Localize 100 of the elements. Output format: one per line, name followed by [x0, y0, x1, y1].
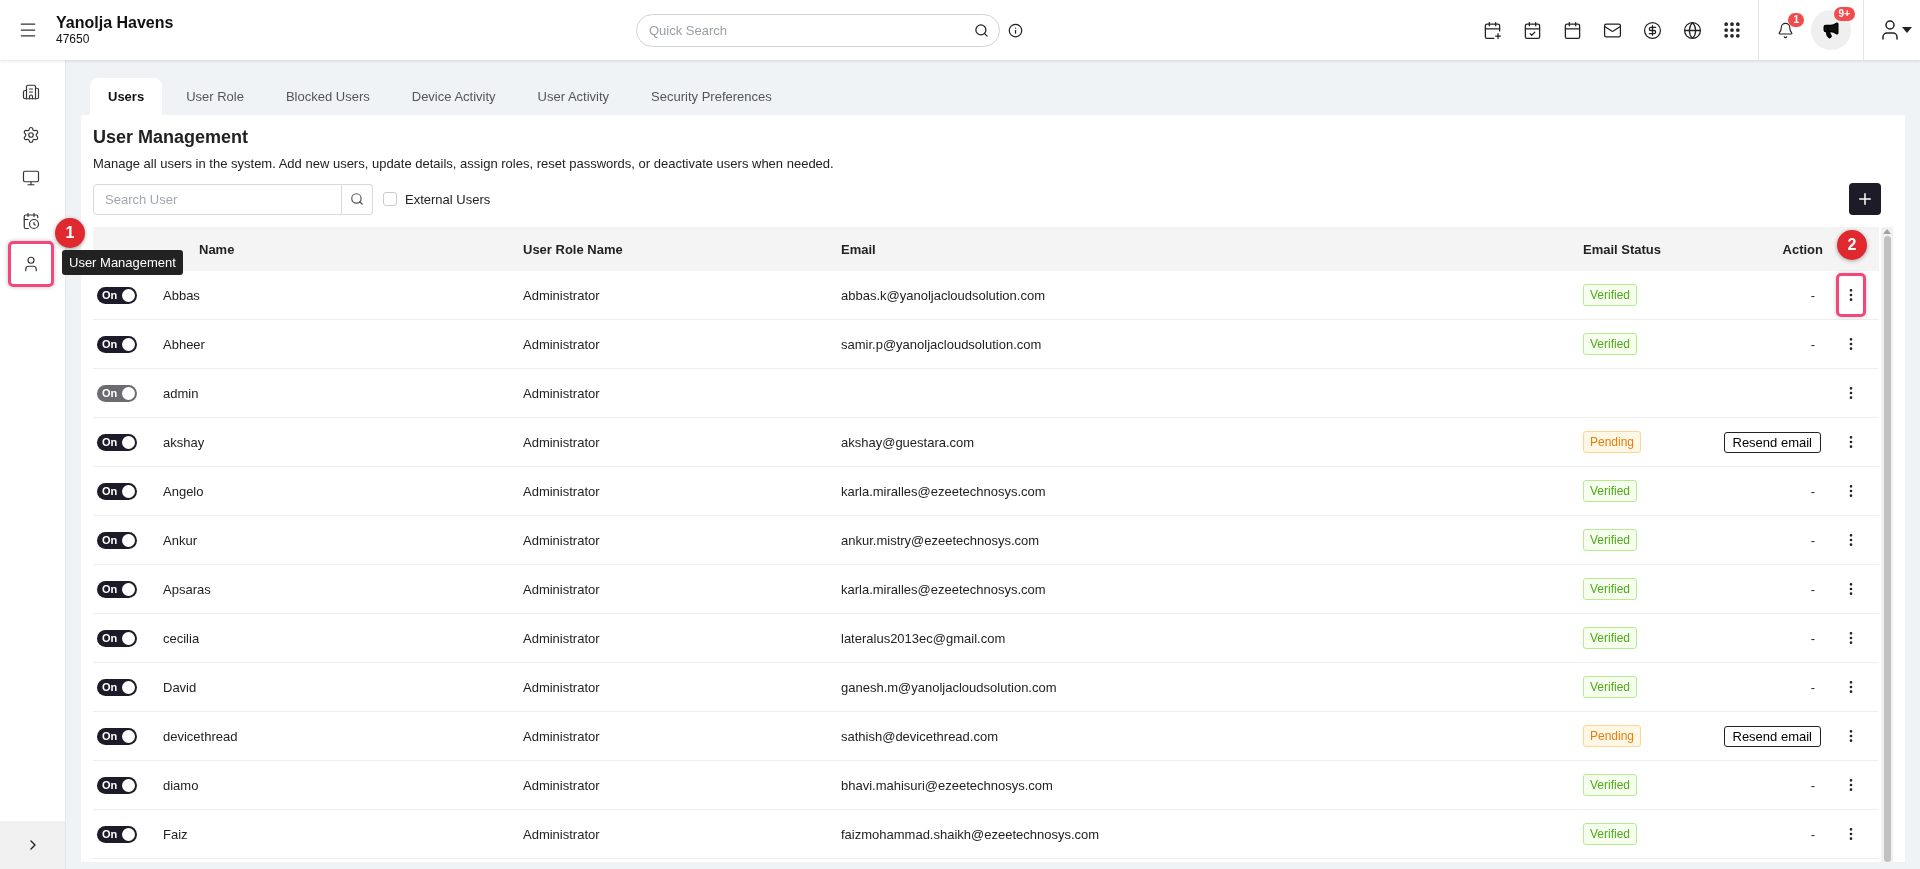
status-toggle[interactable]: On — [97, 580, 137, 598]
property-name: Yanolja Havens — [56, 14, 175, 32]
table-cell-text: Administrator — [523, 581, 601, 597]
search-icon — [974, 22, 989, 38]
table-cell-text: Ankur — [163, 532, 198, 548]
column-header: Email — [841, 241, 877, 257]
table-cell-text: Administrator — [523, 483, 601, 499]
announcement-count: 9+ — [1833, 7, 1855, 21]
email-status-tag: Verified — [1583, 333, 1638, 355]
tab[interactable]: User Role — [168, 78, 262, 115]
table-cell-text: abbas.k@yanoljacloudsolution.com — [841, 287, 1046, 303]
status-toggle[interactable]: On — [97, 678, 137, 696]
globe-icon — [1682, 20, 1702, 40]
email-status-tag: Verified — [1583, 480, 1638, 502]
table-cell-text: akshay@guestara.com — [841, 434, 976, 450]
table-cell: - — [1810, 679, 1815, 695]
settings-icon — [22, 125, 40, 144]
table-cell-text: diamo — [163, 777, 200, 793]
table-cell-text: Angelo — [163, 483, 205, 499]
status-toggle[interactable]: On — [97, 727, 137, 745]
info-icon — [1007, 22, 1023, 38]
table-cell-text: Administrator — [523, 679, 601, 695]
user-icon — [22, 254, 40, 273]
plus-icon — [1856, 190, 1874, 208]
table-cell-text: samir.p@yanoljacloudsolution.com — [841, 336, 1043, 352]
column-header: Email Status — [1583, 241, 1663, 257]
step-marker: 1 — [55, 218, 85, 248]
email-status-tag: Verified — [1583, 676, 1638, 698]
scroll-up-icon — [1883, 229, 1891, 234]
table-cell-text: ganesh.m@yanoljacloudsolution.com — [841, 679, 1058, 695]
checkbox[interactable] — [383, 192, 397, 206]
resend-email-button[interactable]: Resend email — [1723, 725, 1821, 747]
table-cell-text: Apsaras — [163, 581, 212, 597]
email-status-tag: Pending — [1583, 725, 1642, 747]
tooltip: User Management — [62, 250, 183, 275]
table-cell: - — [1810, 287, 1815, 303]
dollar-icon — [1642, 20, 1662, 40]
email-status-tag: Pending — [1583, 431, 1642, 453]
table-cell-text: Administrator — [523, 287, 601, 303]
email-status-tag: Verified — [1583, 774, 1638, 796]
table-cell-text: akshay — [163, 434, 206, 450]
add-user-button[interactable] — [1849, 183, 1881, 215]
column-header: User Role Name — [523, 241, 624, 257]
column-header: Action — [1781, 241, 1823, 257]
resend-email-button[interactable]: Resend email — [1723, 431, 1821, 453]
table-cell-text: Administrator — [523, 728, 601, 744]
email-status-tag: Verified — [1583, 578, 1638, 600]
table-cell-text: Abbas — [163, 287, 201, 303]
table-cell-text: faizmohammad.shaikh@ezeetechnosys.com — [841, 826, 1101, 842]
table-cell-text: bhavi.mahisuri@ezeetechnosys.com — [841, 777, 1054, 793]
status-toggle[interactable]: On — [97, 286, 137, 304]
email-status-tag: Verified — [1583, 823, 1638, 845]
status-toggle[interactable]: On — [97, 776, 137, 794]
status-toggle[interactable]: On — [97, 825, 137, 843]
quick-search-field[interactable]: Quick Search — [636, 13, 1000, 47]
tab[interactable]: Security Preferences — [633, 78, 790, 115]
table-cell-text: devicethread — [163, 728, 239, 744]
megaphone-icon — [1822, 21, 1840, 39]
calendar-check-icon — [1522, 20, 1542, 40]
column-header: Name — [198, 241, 236, 257]
email-status-tag: Verified — [1583, 529, 1638, 551]
status-toggle[interactable]: On — [97, 433, 137, 451]
table-cell-text: sathish@devicethread.com — [841, 728, 999, 744]
tab[interactable]: Blocked Users — [267, 78, 388, 115]
table-cell-text: admin — [163, 385, 200, 401]
status-toggle[interactable]: On — [97, 531, 137, 549]
table-cell: - — [1810, 826, 1815, 842]
tab[interactable]: Device Activity — [393, 78, 514, 115]
table-cell-text: Administrator — [523, 434, 601, 450]
calendar-icon — [1562, 20, 1582, 40]
table-cell: - — [1810, 630, 1815, 646]
building-icon — [22, 82, 40, 101]
notification-count: 1 — [1788, 13, 1804, 27]
caret-icon — [1902, 27, 1912, 33]
tab[interactable]: Users — [90, 78, 163, 115]
email-status-tag: Verified — [1583, 284, 1638, 306]
notifications-button[interactable]: 1 — [1765, 10, 1805, 50]
table-cell-text: Administrator — [523, 385, 601, 401]
table-cell-text: lateralus2013ec@gmail.com — [841, 630, 1007, 646]
table-cell-text: Faiz — [163, 826, 189, 842]
calendar-icon — [22, 211, 40, 230]
search-user-field[interactable]: Search User — [93, 183, 342, 215]
more-button[interactable] — [1836, 273, 1866, 317]
table-cell-text: Administrator — [523, 630, 601, 646]
status-toggle[interactable]: On — [97, 482, 137, 500]
panel-title: User Management — [93, 127, 250, 148]
tab[interactable]: User Activity — [519, 78, 628, 115]
checkbox-label: External Users — [405, 191, 491, 207]
status-toggle[interactable]: On — [97, 335, 137, 353]
email-status-tag: Verified — [1583, 627, 1638, 649]
scrollbar[interactable] — [1881, 227, 1893, 862]
status-toggle[interactable]: On — [97, 629, 137, 647]
table-cell-text: cecilia — [163, 630, 201, 646]
monitor-icon — [22, 168, 40, 187]
table-cell-text: Administrator — [523, 777, 601, 793]
table-cell: - — [1810, 532, 1815, 548]
table-cell: - — [1810, 777, 1815, 793]
table-cell-text: karla.miralles@ezeetechnosys.com — [841, 483, 1047, 499]
search-button[interactable] — [342, 183, 373, 215]
calendar-plus-icon — [1482, 20, 1502, 40]
